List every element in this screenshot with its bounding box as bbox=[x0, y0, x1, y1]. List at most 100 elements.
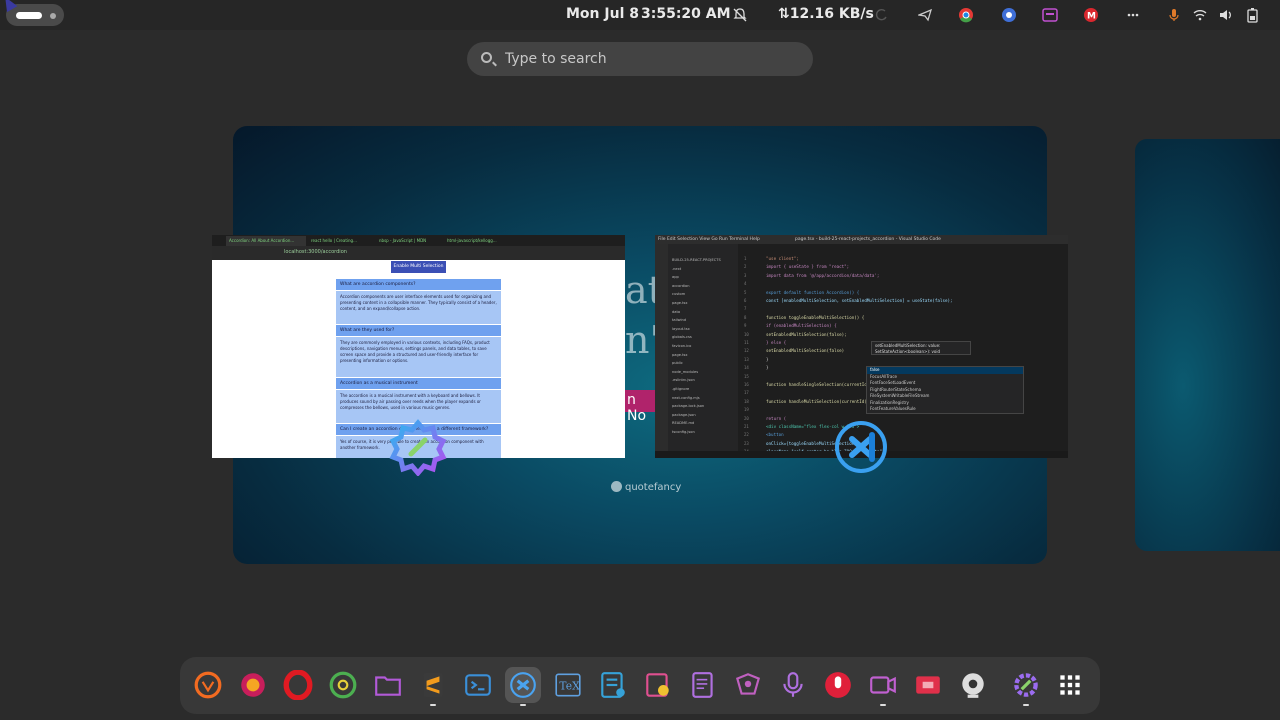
vscode-activity-bar[interactable] bbox=[655, 244, 668, 458]
file-tree-item[interactable]: tailwind bbox=[672, 318, 686, 322]
line-number: 19 bbox=[744, 407, 749, 413]
app-grid-icon[interactable] bbox=[1052, 667, 1088, 703]
file-tree-item[interactable]: page.tsx bbox=[672, 301, 688, 305]
notifications-off-icon[interactable] bbox=[732, 7, 748, 23]
accordion-header[interactable]: What are they used for? bbox=[336, 325, 501, 336]
code-line[interactable]: <button bbox=[766, 432, 784, 437]
file-tree-item[interactable]: next.config.mjs bbox=[672, 396, 700, 400]
inkscape-icon[interactable] bbox=[730, 667, 766, 703]
file-tree-item[interactable]: app bbox=[672, 275, 679, 279]
code-line[interactable]: return ( bbox=[766, 416, 786, 421]
file-tree-item[interactable]: public bbox=[672, 361, 683, 365]
code-line[interactable]: setEnabledMultiSelection(false); bbox=[766, 332, 847, 337]
tex-icon[interactable]: TeX bbox=[550, 667, 586, 703]
terminal-icon[interactable] bbox=[460, 667, 496, 703]
clock-date[interactable]: Mon Jul 8 bbox=[566, 6, 639, 22]
more-icon[interactable] bbox=[1125, 7, 1141, 23]
telegram-icon[interactable] bbox=[917, 7, 933, 23]
file-tree-item[interactable]: BUILD-25-REACT-PROJECTS bbox=[672, 258, 721, 262]
settings-app-icon[interactable] bbox=[389, 418, 447, 477]
code-line[interactable]: import data from '@/app/accordion/data/d… bbox=[766, 273, 879, 278]
line-number: 16 bbox=[744, 382, 749, 387]
wifi-icon[interactable] bbox=[1192, 7, 1208, 23]
search-input[interactable] bbox=[505, 48, 795, 70]
screenshot-icon[interactable] bbox=[1042, 7, 1058, 23]
search-bar[interactable] bbox=[467, 42, 813, 76]
vscode-icon[interactable] bbox=[505, 667, 541, 703]
browser-url[interactable]: localhost:3000/accordion bbox=[284, 249, 347, 255]
line-number: 9 bbox=[744, 323, 747, 329]
code-line[interactable]: } else { bbox=[766, 340, 786, 345]
file-tree-item[interactable]: tsconfig.json bbox=[672, 430, 695, 434]
file-tree-item[interactable]: .gitignore bbox=[672, 387, 689, 391]
file-tree-item[interactable]: .next bbox=[672, 267, 681, 271]
accordion-body: They are commonly employed in various co… bbox=[336, 337, 501, 377]
browser-address-bar[interactable]: localhost:3000/accordion bbox=[212, 246, 625, 260]
chrome-icon[interactable] bbox=[325, 667, 361, 703]
vscode-app-icon[interactable] bbox=[832, 418, 890, 476]
parameter-hint-line: SetStateAction<boolean>): void bbox=[875, 349, 941, 354]
code-line[interactable]: setEnabledMultiSelection(false) bbox=[766, 348, 844, 353]
document-icon[interactable] bbox=[685, 667, 721, 703]
vscode-editor[interactable]: 1 "use client"; 2 import { useState } from … bbox=[738, 244, 1068, 458]
webcam-icon[interactable] bbox=[955, 667, 991, 703]
video-icon[interactable] bbox=[865, 667, 901, 703]
chrome-icon[interactable] bbox=[958, 7, 974, 23]
battery-icon[interactable] bbox=[1245, 7, 1261, 23]
browser-tab[interactable]: Accordion: All About Accordion... bbox=[226, 236, 306, 246]
browser-tab-bar: Accordion: All About Accordion... react … bbox=[212, 235, 625, 246]
notes-icon[interactable] bbox=[640, 667, 676, 703]
code-line[interactable]: function handleSingleSelection(currentId… bbox=[766, 382, 874, 387]
code-line[interactable]: function handleMultiSelection(currentId)… bbox=[766, 399, 872, 404]
file-tree-item[interactable]: accordion bbox=[672, 284, 690, 288]
workspace-preview-next[interactable] bbox=[1135, 139, 1280, 551]
file-tree-item[interactable]: node_modules bbox=[672, 370, 698, 374]
volume-icon[interactable] bbox=[1218, 7, 1234, 23]
network-speed[interactable]: ⇅12.16 KB/s bbox=[778, 6, 874, 22]
file-tree-item[interactable]: globals.css bbox=[672, 335, 692, 339]
opera-icon[interactable] bbox=[280, 667, 316, 703]
file-tree-item[interactable]: page.tsx bbox=[672, 353, 688, 357]
file-tree-item[interactable]: package-lock.json bbox=[672, 404, 704, 408]
clock-time[interactable]: 3:55:20 AM bbox=[641, 6, 731, 22]
code-line[interactable]: if (enabledMultiSelection) { bbox=[766, 323, 837, 328]
accordion-header[interactable]: What are accordion components? bbox=[336, 279, 501, 290]
code-line[interactable]: const [enabledMultiSelection, setEnabled… bbox=[766, 298, 953, 303]
autocomplete-suggestions[interactable]: false FocusAllTrace FontFaceSetLoadEvent… bbox=[866, 366, 1024, 414]
code-line[interactable]: import { useState } from "react"; bbox=[766, 264, 849, 269]
code-line[interactable]: function toggleEnableMultiSelection() { bbox=[766, 315, 864, 320]
wallpaper-logo: quotefancy bbox=[611, 481, 681, 493]
file-tree-item[interactable]: package.json bbox=[672, 413, 696, 417]
enable-multi-selection-button[interactable]: Enable Multi Selection bbox=[391, 261, 446, 273]
vpn-icon[interactable] bbox=[1001, 7, 1017, 23]
file-tree-item[interactable]: layout.tsx bbox=[672, 327, 690, 331]
code-line[interactable]: export default function Accordion() { bbox=[766, 290, 859, 295]
file-tree-item[interactable]: favicon.ico bbox=[672, 344, 691, 348]
file-tree-item[interactable]: .eslintrc.json bbox=[672, 378, 695, 382]
recorder-icon[interactable] bbox=[820, 667, 856, 703]
settings-icon[interactable] bbox=[1008, 667, 1044, 703]
file-tree-item[interactable]: data bbox=[672, 310, 680, 314]
brave-icon[interactable] bbox=[190, 667, 226, 703]
vscode-menu-bar[interactable]: File Edit Selection View Go Run Terminal… bbox=[658, 235, 760, 244]
code-line[interactable]: } bbox=[766, 357, 769, 362]
sync-icon[interactable] bbox=[874, 7, 890, 23]
browser-tab[interactable]: html-javascript/kellogg... bbox=[444, 236, 510, 246]
file-tree-item[interactable]: README.md bbox=[672, 421, 694, 425]
code-line[interactable]: } bbox=[766, 365, 769, 370]
mega-icon[interactable]: M bbox=[1083, 7, 1099, 23]
file-tree-item[interactable]: custom bbox=[672, 292, 685, 296]
microphone-icon[interactable] bbox=[775, 667, 811, 703]
browser-tab[interactable]: react hello | Creating... bbox=[308, 236, 374, 246]
text-editor-icon[interactable] bbox=[595, 667, 631, 703]
mic-muted-icon[interactable] bbox=[1166, 7, 1182, 23]
screen-cast-icon[interactable] bbox=[910, 667, 946, 703]
code-line[interactable]: "use client"; bbox=[766, 256, 799, 261]
suggestion-item[interactable]: FontFeatureValuesRule bbox=[867, 406, 1023, 413]
wallpaper-quote-author: n No bbox=[625, 390, 657, 424]
accordion-header[interactable]: Accordion as a musical instrument bbox=[336, 378, 501, 389]
files-icon[interactable] bbox=[370, 667, 406, 703]
browser-tab[interactable]: nbsp - JavaScript | MDN bbox=[376, 236, 442, 246]
sublime-icon[interactable] bbox=[415, 667, 451, 703]
firefox-icon[interactable] bbox=[235, 667, 271, 703]
